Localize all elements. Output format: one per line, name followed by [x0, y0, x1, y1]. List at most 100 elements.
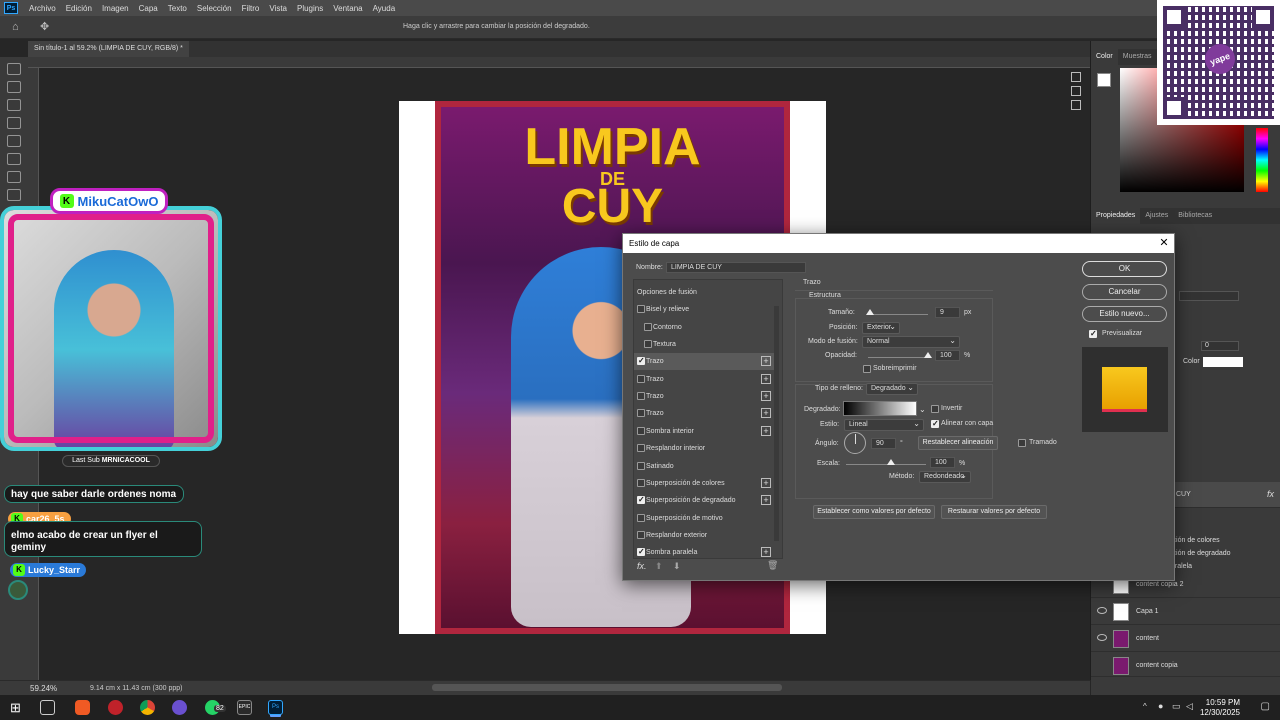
style-item[interactable]: Trazo + — [634, 353, 774, 371]
healing-tool-icon[interactable] — [7, 189, 21, 201]
home-icon[interactable]: ⌂ — [12, 21, 19, 33]
move-tool-icon[interactable] — [7, 63, 21, 75]
actions-icon[interactable] — [1071, 86, 1081, 96]
menu-ventana[interactable]: Ventana — [328, 4, 367, 13]
style-item-checkbox[interactable] — [637, 426, 645, 435]
style-item-checkbox[interactable] — [637, 461, 645, 470]
brush-tool-icon[interactable] — [7, 117, 21, 129]
method-select[interactable]: Redondeado — [919, 471, 971, 483]
foreground-swatch[interactable] — [1097, 73, 1111, 87]
blend-mode-select[interactable]: Normal — [862, 336, 960, 348]
comments-icon[interactable] — [1071, 100, 1081, 110]
opacity-field[interactable]: 100 — [935, 350, 960, 361]
tracking-field[interactable] — [1179, 291, 1239, 301]
menu-edicion[interactable]: Edición — [61, 4, 97, 13]
visibility-eye-icon[interactable] — [1097, 607, 1107, 614]
style-item-checkbox[interactable] — [637, 513, 645, 522]
tab-color[interactable]: Color — [1091, 49, 1118, 65]
style-item[interactable]: Opciones de fusión — [634, 284, 774, 301]
size-field[interactable]: 9 — [935, 307, 960, 318]
position-select[interactable]: Exterior — [862, 322, 900, 334]
history-icon[interactable] — [1071, 72, 1081, 82]
style-item-checkbox[interactable] — [637, 409, 645, 418]
style-item-checkbox[interactable] — [637, 444, 645, 453]
marquee-tool-icon[interactable] — [7, 81, 21, 93]
lasso-tool-icon[interactable] — [7, 99, 21, 111]
hue-slider[interactable] — [1256, 128, 1268, 192]
preview-checkbox[interactable] — [1089, 329, 1097, 338]
angle-field[interactable]: 90 — [871, 438, 896, 449]
style-item-checkbox[interactable] — [644, 322, 652, 331]
style-select[interactable]: Lineal — [844, 419, 924, 431]
size-slider-track[interactable] — [868, 314, 928, 315]
crop-tool-icon[interactable] — [7, 135, 21, 147]
add-effect-icon[interactable]: + — [761, 477, 771, 488]
menu-imagen[interactable]: Imagen — [97, 4, 134, 13]
tab-ajustes[interactable]: Ajustes — [1140, 208, 1173, 224]
opacity-slider-knob[interactable] — [924, 352, 932, 358]
list-scrollbar[interactable] — [774, 306, 779, 541]
add-effect-icon[interactable]: + — [761, 356, 771, 367]
menu-ayuda[interactable]: Ayuda — [368, 4, 401, 13]
overprint-checkbox[interactable] — [863, 365, 871, 373]
tray-chevron-icon[interactable]: ^ — [1143, 702, 1147, 711]
mic-icon[interactable]: ● — [1158, 701, 1163, 711]
eyedropper-tool-icon[interactable] — [7, 171, 21, 183]
invert-checkbox[interactable] — [931, 405, 939, 413]
style-item[interactable]: Bisel y relieve — [634, 301, 774, 318]
style-item-checkbox[interactable] — [637, 495, 645, 505]
zoom-level[interactable]: 59.24% — [30, 684, 57, 693]
style-item[interactable]: Trazo + — [634, 405, 774, 422]
scale-field[interactable]: 100 — [930, 457, 955, 468]
tab-muestras[interactable]: Muestras — [1118, 49, 1157, 65]
set-default-button[interactable]: Establecer como valores por defecto — [813, 505, 935, 519]
add-effect-icon[interactable]: + — [761, 425, 771, 436]
scale-slider-knob[interactable] — [887, 459, 895, 465]
style-item[interactable]: Satinado — [634, 458, 774, 475]
style-item-checkbox[interactable] — [637, 478, 645, 487]
close-icon[interactable]: ✕ — [1158, 237, 1170, 249]
clock[interactable]: 10:59 PM 12/30/2025 — [1200, 698, 1240, 718]
notifications-icon[interactable]: ▢ — [1261, 701, 1270, 712]
volume-icon[interactable]: ◁ — [1186, 701, 1193, 712]
style-item-checkbox[interactable] — [637, 392, 645, 401]
style-item[interactable]: Contorno — [634, 319, 774, 336]
menu-capa[interactable]: Capa — [134, 4, 163, 13]
style-item[interactable]: Superposición de degradado + — [634, 492, 774, 509]
reset-alignment-button[interactable]: Restablecer alineación — [918, 436, 998, 450]
chrome-icon[interactable] — [140, 700, 155, 715]
baseline-field[interactable]: 0 — [1201, 341, 1239, 351]
add-effect-icon[interactable]: + — [761, 547, 771, 558]
new-style-button[interactable]: Estilo nuevo... — [1082, 306, 1167, 322]
restore-default-button[interactable]: Restaurar valores por defecto — [941, 505, 1047, 519]
horizontal-scrollbar[interactable] — [432, 684, 782, 691]
layer-row[interactable]: Capa 1 — [1091, 599, 1280, 625]
style-item[interactable]: Textura — [634, 336, 774, 353]
style-item-checkbox[interactable] — [637, 374, 645, 383]
dither-checkbox[interactable] — [1018, 439, 1026, 447]
ok-button[interactable]: OK — [1082, 261, 1167, 277]
tab-propiedades[interactable]: Propiedades — [1091, 208, 1141, 224]
task-view-icon[interactable] — [40, 700, 55, 715]
layer-row[interactable]: content — [1091, 626, 1280, 652]
style-item[interactable]: Trazo + — [634, 388, 774, 405]
style-item[interactable]: Trazo + — [634, 371, 774, 388]
menu-filtro[interactable]: Filtro — [237, 4, 265, 13]
move-up-icon[interactable]: ⬆ — [655, 561, 663, 572]
add-effect-icon[interactable]: + — [761, 408, 771, 419]
style-item[interactable]: Superposición de motivo — [634, 510, 774, 527]
style-item-checkbox[interactable] — [637, 530, 645, 539]
tab-bibliotecas[interactable]: Bibliotecas — [1173, 208, 1217, 224]
menu-plugins[interactable]: Plugins — [292, 4, 328, 13]
style-item-checkbox[interactable] — [637, 305, 645, 314]
angle-dial[interactable] — [844, 432, 866, 454]
photoshop-taskbar-icon[interactable]: Ps — [268, 700, 283, 715]
visibility-eye-icon[interactable] — [1097, 634, 1107, 641]
network-icon[interactable]: ▭ — [1172, 701, 1181, 712]
epic-games-icon[interactable]: EPIC — [237, 700, 252, 715]
style-item[interactable]: Resplandor exterior — [634, 527, 774, 544]
windows-start-icon[interactable]: ⊞ — [10, 700, 25, 715]
gradient-swatch[interactable] — [843, 401, 917, 416]
fx-menu-icon[interactable]: fx. — [637, 561, 647, 571]
brave-icon[interactable] — [75, 700, 90, 715]
